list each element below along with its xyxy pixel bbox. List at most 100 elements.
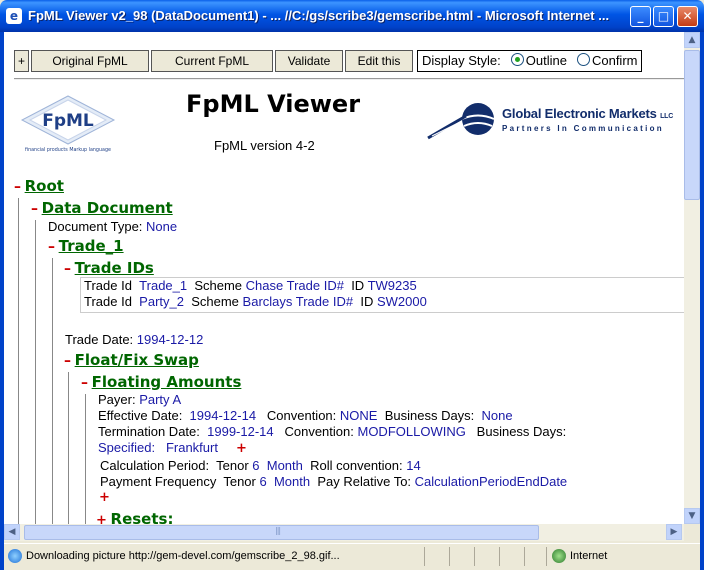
add-element-button[interactable]: + — [99, 490, 110, 505]
effective-date-row: Effective Date: 1994-12-14 Convention: N… — [98, 408, 513, 423]
scroll-right-arrow-icon[interactable]: ▶ — [666, 524, 682, 540]
scheme-value: Barclays Trade ID# — [242, 294, 354, 309]
business-days-label: Business Days: — [384, 408, 475, 423]
trade-date-value: 1994-12-12 — [136, 332, 204, 347]
trade-date-label: Trade Date: — [65, 332, 134, 347]
tree-guide-line — [68, 372, 69, 524]
calculation-period-label: Calculation Period: — [100, 458, 210, 473]
root-heading[interactable]: Root — [25, 177, 64, 195]
status-divider — [474, 547, 475, 566]
id-label: ID — [360, 294, 374, 309]
id-label: ID — [351, 278, 365, 293]
convention-label: Convention: — [266, 408, 337, 423]
termination-date-row: Termination Date: 1999-12-14 Convention:… — [98, 424, 566, 439]
id-value: SW2000 — [376, 294, 427, 309]
convention-value: NONE — [339, 408, 378, 423]
roll-convention-value: 14 — [406, 458, 421, 473]
document-type-row: Document Type: None — [48, 219, 177, 234]
tenor-unit: Month — [273, 474, 311, 489]
scroll-down-arrow-icon[interactable]: ▼ — [684, 508, 700, 524]
trade-id-row: Trade Id Party_2 Scheme Barclays Trade I… — [84, 294, 427, 309]
trade-id-label: Trade Id — [84, 294, 132, 309]
collapse-toggle[interactable]: – — [48, 239, 55, 255]
collapse-toggle[interactable]: – — [64, 261, 71, 277]
tree-node-trade-ids[interactable]: – Trade IDs — [64, 259, 154, 277]
document-type-value: None — [146, 219, 178, 234]
termination-date-value: 1999-12-14 — [207, 424, 274, 439]
termination-date-label: Termination Date: — [98, 424, 200, 439]
tenor-number: 6 — [259, 474, 267, 489]
tree-node-data-document[interactable]: – Data Document — [31, 199, 173, 217]
tenor-number: 6 — [252, 458, 260, 473]
browser-window: e FpML Viewer v2_98 (DataDocument1) - ..… — [0, 0, 704, 570]
close-button[interactable]: ✕ — [677, 6, 698, 27]
trade-heading[interactable]: Trade_1 — [59, 237, 124, 255]
trade-id-party: Trade_1 — [139, 278, 188, 293]
window-title: FpML Viewer v2_98 (DataDocument1) - ... … — [28, 8, 610, 23]
title-bar: e FpML Viewer v2_98 (DataDocument1) - ..… — [0, 0, 704, 32]
document-tree: – Root – Data Document Document Type: No… — [4, 32, 684, 524]
scroll-left-arrow-icon[interactable]: ◀ — [4, 524, 20, 540]
swap-heading[interactable]: Float/Fix Swap — [75, 351, 199, 369]
vertical-scrollbar[interactable]: ▲ ▼ — [684, 32, 700, 524]
add-business-center-button[interactable]: + — [236, 441, 247, 456]
roll-convention-label: Roll convention: — [310, 458, 403, 473]
calculation-period-row: Calculation Period: Tenor 6 Month Roll c… — [100, 458, 421, 473]
payer-label: Payer: — [98, 392, 136, 407]
document-type-label: Document Type: — [48, 219, 143, 234]
trade-date-row: Trade Date: 1994-12-12 — [65, 332, 203, 347]
internet-zone-icon — [552, 549, 566, 563]
tree-node-trade[interactable]: – Trade_1 — [48, 237, 124, 255]
pay-relative-label: Pay Relative To: — [317, 474, 412, 489]
status-text: Downloading picture http://gem-devel.com… — [26, 550, 340, 562]
maximize-button[interactable]: □ — [653, 6, 674, 27]
tenor-label: Tenor — [216, 458, 249, 473]
tree-node-resets[interactable]: + Resets: — [96, 510, 173, 524]
data-document-heading[interactable]: Data Document — [42, 199, 173, 217]
trade-id-party: Party_2 — [139, 294, 184, 309]
payer-value: Party A — [139, 392, 182, 407]
tree-guide-line — [35, 220, 36, 524]
convention-label: Convention: — [284, 424, 354, 439]
minimize-button[interactable]: _ — [630, 6, 651, 27]
effective-date-value: 1994-12-14 — [189, 408, 257, 423]
tenor-unit: Month — [266, 458, 303, 473]
horizontal-scrollbar[interactable]: ◀ ▶ — [4, 524, 684, 541]
payment-frequency-row: Payment Frequency Tenor 6 Month Pay Rela… — [100, 474, 567, 489]
expand-toggle[interactable]: + — [96, 513, 107, 524]
scroll-up-arrow-icon[interactable]: ▲ — [684, 32, 700, 48]
tree-node-swap[interactable]: – Float/Fix Swap — [64, 351, 199, 369]
business-days-label: Business Days: — [476, 424, 567, 439]
status-divider — [546, 547, 547, 566]
specified-value: Frankfurt — [165, 440, 218, 455]
collapse-toggle[interactable]: – — [81, 375, 88, 391]
trade-id-row: Trade Id Trade_1 Scheme Chase Trade ID# … — [84, 278, 417, 293]
collapse-toggle[interactable]: – — [64, 353, 71, 369]
tree-guide-line — [85, 394, 86, 524]
window-frame-right — [700, 32, 704, 570]
horizontal-scroll-thumb[interactable] — [24, 525, 539, 540]
page-loading-icon — [8, 549, 22, 563]
add-row: + — [99, 489, 110, 505]
specified-label: Specified: — [98, 440, 156, 455]
scheme-label: Scheme — [194, 278, 243, 293]
security-zone: Internet — [570, 550, 608, 562]
specified-row: Specified: Frankfurt + — [98, 440, 247, 456]
tree-node-floating-amounts[interactable]: – Floating Amounts — [81, 373, 241, 391]
pay-relative-value: CalculationPeriodEndDate — [414, 474, 568, 489]
tree-guide-line — [52, 258, 53, 524]
status-divider — [449, 547, 450, 566]
payment-frequency-label: Payment Frequency — [100, 474, 217, 489]
resets-heading[interactable]: Resets: — [111, 510, 174, 524]
effective-date-label: Effective Date: — [98, 408, 183, 423]
collapse-toggle[interactable]: – — [31, 201, 38, 217]
trade-ids-heading[interactable]: Trade IDs — [75, 259, 154, 277]
status-divider — [424, 547, 425, 566]
tree-node-root[interactable]: – Root — [14, 177, 64, 195]
status-bar: Downloading picture http://gem-devel.com… — [4, 543, 700, 569]
floating-amounts-heading[interactable]: Floating Amounts — [92, 373, 242, 391]
collapse-toggle[interactable]: – — [14, 179, 21, 195]
convention-value: MODFOLLOWING — [357, 424, 466, 439]
tenor-label: Tenor — [223, 474, 256, 489]
vertical-scroll-thumb[interactable] — [684, 50, 700, 200]
